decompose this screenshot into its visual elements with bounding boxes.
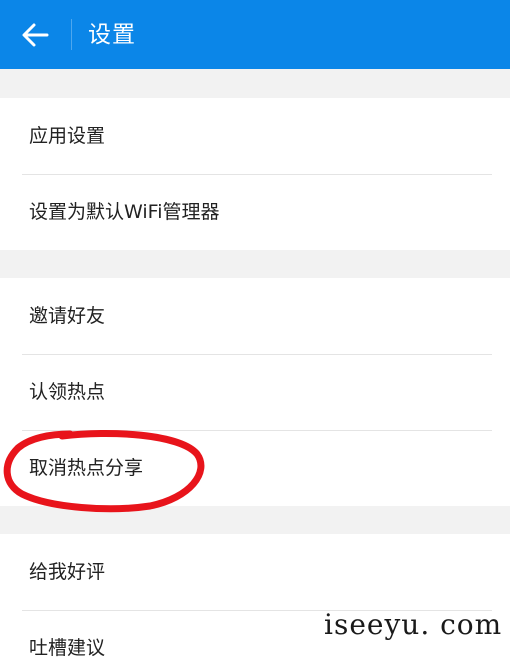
menu-item-rate-us[interactable]: 给我好评: [0, 534, 510, 610]
menu-item-label: 设置为默认WiFi管理器: [29, 201, 220, 223]
app-bar: 设置: [0, 0, 510, 69]
menu-item-label: 认领热点: [29, 381, 106, 403]
menu-item-claim-hotspot[interactable]: 认领热点: [0, 354, 510, 430]
settings-group-app: 应用设置 设置为默认WiFi管理器: [0, 98, 510, 250]
arrow-left-icon: [22, 23, 49, 47]
menu-item-label: 给我好评: [29, 561, 106, 583]
menu-item-label: 吐槽建议: [29, 637, 106, 658]
menu-item-default-wifi-manager[interactable]: 设置为默认WiFi管理器: [0, 174, 510, 250]
menu-item-label: 取消热点分享: [29, 457, 144, 479]
settings-group-hotspot: 邀请好友 认领热点 取消热点分享: [0, 278, 510, 506]
page-title: 设置: [88, 22, 136, 48]
back-button[interactable]: [10, 14, 60, 56]
watermark: iseeyu. com: [324, 608, 503, 641]
menu-item-label: 应用设置: [29, 125, 106, 147]
menu-item-app-settings[interactable]: 应用设置: [0, 98, 510, 174]
menu-item-invite-friends[interactable]: 邀请好友: [0, 278, 510, 354]
app-bar-divider: [71, 19, 72, 50]
menu-item-cancel-hotspot-sharing[interactable]: 取消热点分享: [0, 430, 510, 506]
menu-item-label: 邀请好友: [29, 305, 106, 327]
